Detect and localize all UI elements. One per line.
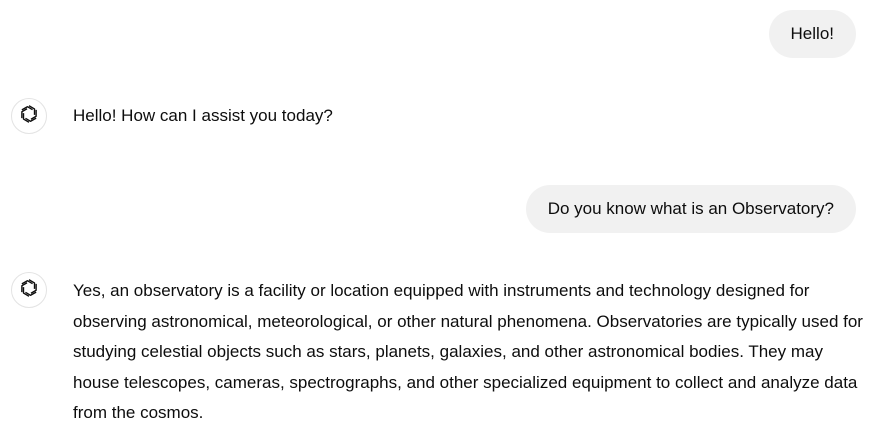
user-message: Hello! [768,10,856,58]
assistant-message-text: Hello! How can I assist you today? [73,106,333,125]
assistant-avatar [11,272,47,308]
openai-logo-icon [18,277,40,304]
user-message-text: Hello! [790,24,834,43]
user-message: Do you know what is an Observatory? [525,185,856,233]
user-message-text: Do you know what is an Observatory? [547,199,834,218]
assistant-message-text: Yes, an observatory is a facility or loc… [73,281,863,422]
openai-logo-icon [18,103,40,130]
assistant-avatar [11,98,47,134]
